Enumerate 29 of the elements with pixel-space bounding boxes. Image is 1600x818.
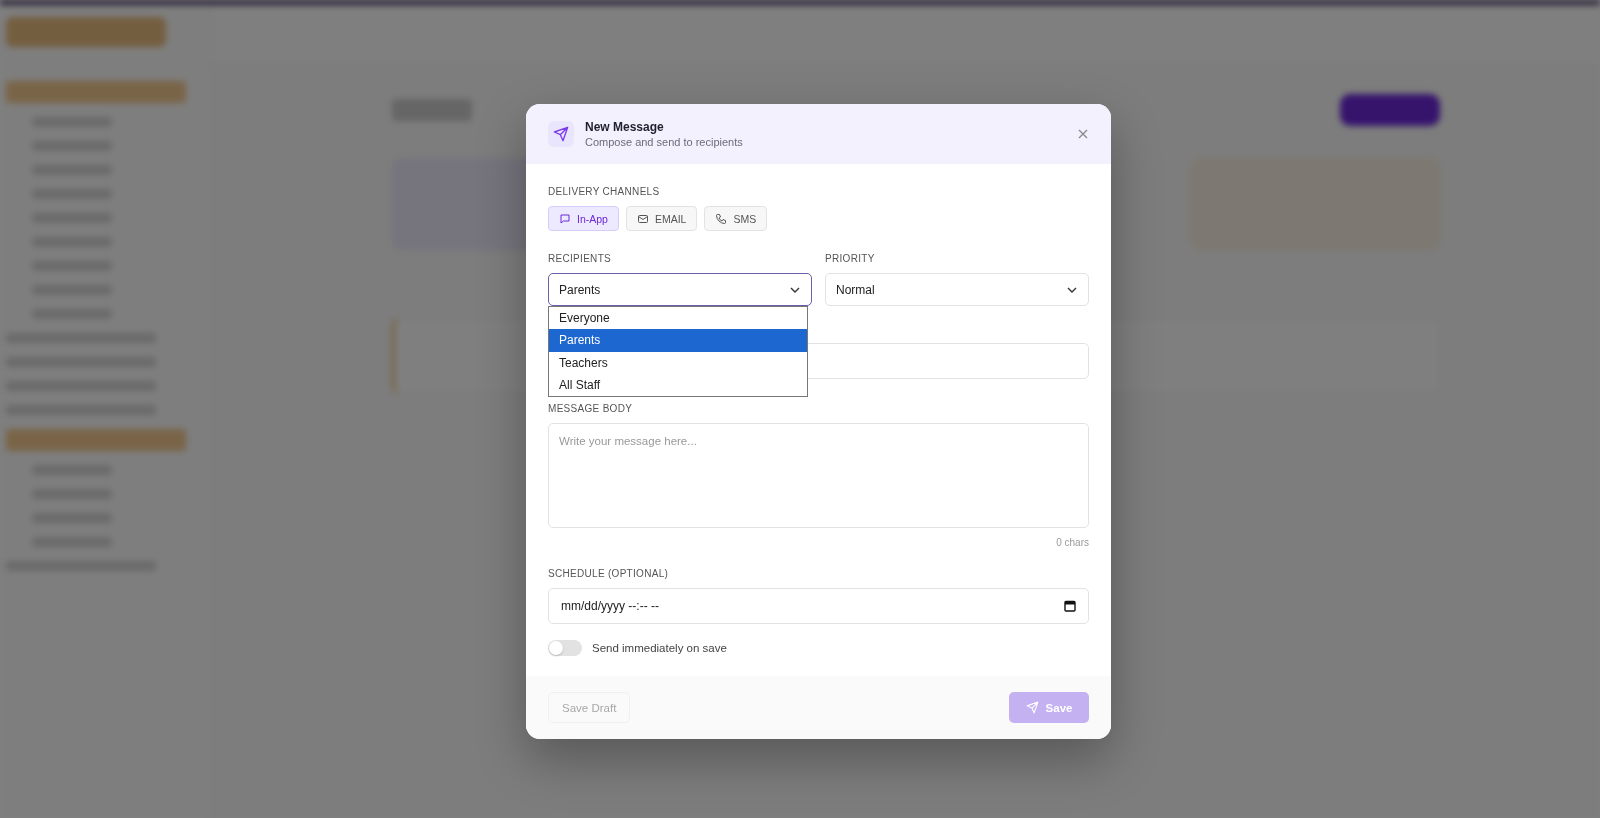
send-icon bbox=[548, 121, 574, 147]
toggle-switch[interactable] bbox=[548, 640, 582, 656]
message-body-field[interactable]: Write your message here... bbox=[548, 423, 1089, 528]
dropdown-option[interactable]: Parents bbox=[549, 329, 807, 352]
close-icon[interactable] bbox=[1077, 128, 1089, 140]
chat-icon bbox=[559, 212, 571, 225]
character-count: 0 chars bbox=[1056, 537, 1089, 548]
recipients-select[interactable]: Parents bbox=[548, 273, 812, 306]
toggle-label: Send immediately on save bbox=[592, 642, 727, 654]
send-icon bbox=[1025, 701, 1039, 714]
dropdown-option[interactable]: Everyone bbox=[549, 307, 807, 330]
field-label: PRIORITY bbox=[825, 253, 876, 264]
channel-toggle[interactable]: EMAIL bbox=[625, 206, 698, 231]
priority-select[interactable]: Normal bbox=[825, 273, 1089, 306]
field-label: MESSAGE BODY bbox=[548, 403, 634, 414]
mail-icon bbox=[636, 212, 649, 225]
compose-button[interactable] bbox=[1340, 94, 1440, 126]
schedule-field[interactable]: mm/dd/yyyy --:-- -- bbox=[548, 588, 1089, 624]
calendar-icon bbox=[1064, 600, 1076, 612]
field-label: DELIVERY CHANNELS bbox=[548, 186, 661, 197]
dialog-subtitle: Compose and send to recipients bbox=[585, 136, 744, 148]
field-label: SCHEDULE (OPTIONAL) bbox=[548, 568, 670, 579]
dropdown-option[interactable]: Teachers bbox=[549, 351, 807, 374]
dialog-title: New Message bbox=[585, 120, 665, 134]
channel-toggle[interactable]: SMS bbox=[704, 206, 768, 231]
phone-icon bbox=[715, 212, 728, 225]
field-label: RECIPIENTS bbox=[548, 253, 612, 264]
channel-toggle[interactable]: In-App bbox=[548, 206, 619, 231]
dropdown-option[interactable]: All Staff bbox=[549, 373, 807, 397]
